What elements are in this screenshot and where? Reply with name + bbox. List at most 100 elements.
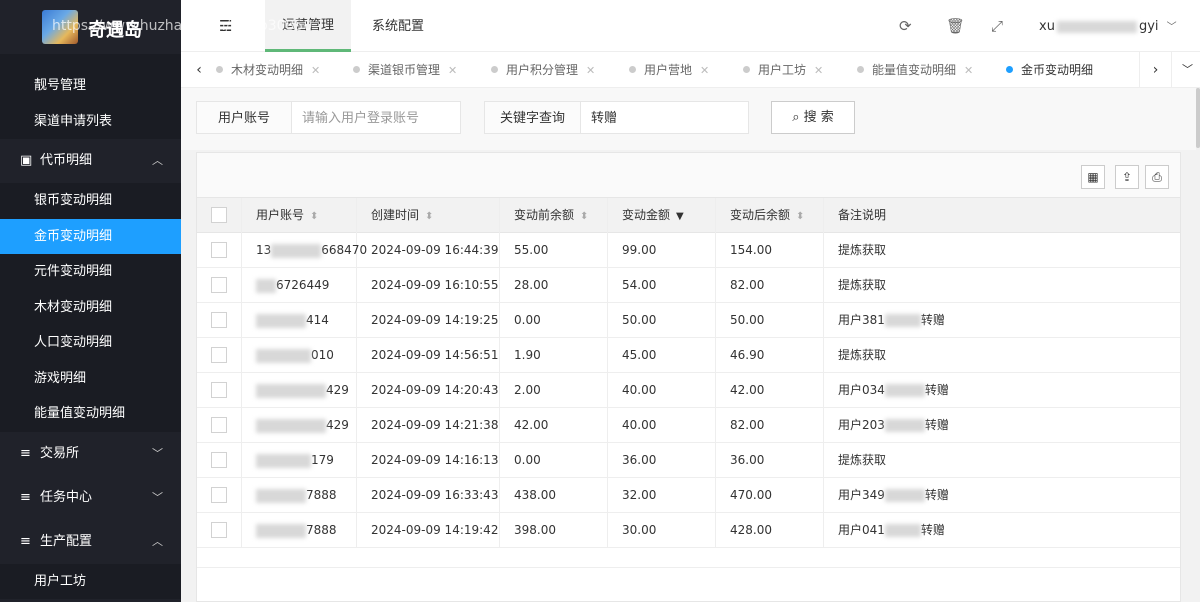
- cell-note: 提炼获取: [838, 278, 887, 292]
- user-menu[interactable]: xu gyi ﹀: [1039, 18, 1177, 34]
- close-icon[interactable]: ✕: [814, 64, 823, 77]
- cell-before: 438.00: [500, 478, 608, 513]
- close-icon[interactable]: ✕: [586, 64, 595, 77]
- cell-after: 46.90: [716, 338, 824, 373]
- row-checkbox[interactable]: [211, 521, 227, 538]
- row-checkbox[interactable]: [211, 311, 227, 328]
- blurred-account: [256, 383, 326, 398]
- sidebar-item-game[interactable]: 游戏明细: [0, 360, 181, 396]
- refresh-icon[interactable]: ⟳: [899, 17, 912, 35]
- row-checkbox[interactable]: [211, 486, 227, 503]
- cell-before: 398.00: [500, 513, 608, 548]
- keyword-input[interactable]: 转赠: [580, 101, 749, 134]
- col-change[interactable]: 变动金额 ▼: [608, 198, 716, 233]
- sidebar-item-pretty-number[interactable]: 靓号管理: [0, 68, 181, 104]
- blurred-note: [884, 419, 925, 432]
- sidebar-item-workshop[interactable]: 用户工坊: [0, 563, 181, 599]
- table-row[interactable]: 414 2024-09-09 14:19:25 0.00 50.00 50.00 用户38…: [197, 303, 1180, 338]
- close-icon[interactable]: ✕: [311, 64, 320, 77]
- cell-account: 7888: [242, 513, 357, 548]
- sidebar-group-task[interactable]: ≡ 任务中心 ﹀: [0, 475, 181, 520]
- cell-account: 7888: [242, 478, 357, 513]
- cell-change: 40.00: [608, 373, 716, 408]
- page-scrollbar[interactable]: [1196, 88, 1200, 148]
- col-after[interactable]: 变动后余额 ⬍: [716, 198, 824, 233]
- row-checkbox[interactable]: [211, 276, 227, 293]
- sidebar-group-production[interactable]: ≡ 生产配置 ︿: [0, 519, 181, 564]
- search-icon: ⌕: [792, 110, 800, 125]
- tab-channel-silver[interactable]: 渠道银币管理 ✕: [341, 52, 457, 88]
- tab-energy[interactable]: 能量值变动明细 ✕: [845, 52, 973, 88]
- search-panel: 用户账号 请输入用户登录账号 关键字查询 转赠 ⌕ 搜 索: [181, 88, 1196, 150]
- table-row[interactable]: 179 2024-09-09 14:16:13 0.00 36.00 36.00 提炼获取: [197, 443, 1180, 478]
- sort-icon: ⬍: [580, 211, 589, 222]
- sidebar-group-coin[interactable]: ▣ 代币明细 ︿: [0, 139, 181, 183]
- fullscreen-icon[interactable]: ⤢: [991, 17, 1003, 35]
- cell-account: 179: [242, 443, 357, 478]
- list-icon: ≡: [20, 445, 31, 461]
- cell-note: 用户034 转赠: [838, 383, 949, 397]
- cell-change: 32.00: [608, 478, 716, 513]
- row-checkbox[interactable]: [211, 416, 227, 433]
- cell-time: 2024-09-09 14:16:13: [357, 443, 500, 478]
- columns-filter-icon[interactable]: ▦: [1081, 165, 1105, 189]
- select-all-checkbox[interactable]: [211, 206, 227, 223]
- sort-icon: ⬍: [310, 211, 319, 222]
- table-row[interactable]: 010 2024-09-09 14:56:51 1.90 45.00 46.90 提炼获取: [197, 338, 1180, 373]
- col-account[interactable]: 用户账号 ⬍: [242, 198, 357, 233]
- sort-desc-icon: ▼: [676, 211, 684, 222]
- table-row[interactable]: 429 2024-09-09 14:20:43 2.00 40.00 42.00 用户03…: [197, 373, 1180, 408]
- row-checkbox[interactable]: [211, 241, 227, 258]
- blurred-username: [1056, 20, 1137, 33]
- blurred-account: [271, 243, 322, 258]
- tab-gold[interactable]: 金币变动明细: [994, 52, 1093, 88]
- row-checkbox[interactable]: [211, 346, 227, 363]
- tab-user-workshop[interactable]: 用户工坊 ✕: [731, 52, 823, 88]
- page-tabs-bar: ‹ 木材变动明细 ✕ 渠道银币管理 ✕ 用户积分管理 ✕ 用户营地 ✕ 用户工坊 ✕ 能量…: [181, 52, 1200, 88]
- account-input[interactable]: 请输入用户登录账号: [291, 101, 461, 134]
- table-row[interactable]: 429 2024-09-09 14:21:38 42.00 40.00 82.00 用户2…: [197, 408, 1180, 443]
- table-row[interactable]: 6726449 2024-09-09 16:10:55 28.00 54.00 82.0…: [197, 268, 1180, 303]
- blurred-account: [256, 418, 326, 433]
- table-row[interactable]: 7888 2024-09-09 14:19:42 398.00 30.00 428.00…: [197, 513, 1180, 548]
- tabs-menu-icon[interactable]: ﹀: [1171, 52, 1200, 88]
- tab-wood[interactable]: 木材变动明细 ✕: [204, 52, 320, 88]
- table-row[interactable]: 7888 2024-09-09 16:33:43 438.00 32.00 470.00…: [197, 478, 1180, 513]
- sidebar-item-population[interactable]: 人口变动明细: [0, 325, 181, 361]
- close-icon[interactable]: ✕: [700, 64, 709, 77]
- tabs-next-icon[interactable]: ›: [1139, 52, 1171, 88]
- table-row[interactable]: 13 668470 2024-09-09 16:44:39 55.00 99.00 154…: [197, 233, 1180, 268]
- cell-note: 用户041 转赠: [838, 523, 945, 537]
- trash-icon[interactable]: 🗑: [946, 17, 965, 35]
- tab-user-points[interactable]: 用户积分管理 ✕: [479, 52, 595, 88]
- sidebar-item-component[interactable]: 元件变动明细: [0, 254, 181, 290]
- table-header: 用户账号 ⬍ 创建时间 ⬍ 变动前余额 ⬍ 变动金额 ▼ 变动后余额 ⬍ 备注说明: [197, 198, 1180, 233]
- search-button[interactable]: ⌕ 搜 索: [771, 101, 855, 134]
- col-time[interactable]: 创建时间 ⬍: [357, 198, 500, 233]
- cell-change: 50.00: [608, 303, 716, 338]
- close-icon[interactable]: ✕: [448, 64, 457, 77]
- cell-note: 用户381 转赠: [838, 313, 945, 327]
- sidebar-item-energy[interactable]: 能量值变动明细: [0, 396, 181, 432]
- chevron-up-icon: ︿: [152, 154, 163, 167]
- sidebar: 奇遇岛 靓号管理 渠道申请列表 ▣ 代币明细 ︿ 银币变动明细 金币变动明细 元件…: [0, 0, 181, 602]
- tab-user-camp[interactable]: 用户营地 ✕: [617, 52, 709, 88]
- nav-system-config[interactable]: 系统配置: [355, 0, 441, 52]
- cell-after: 42.00: [716, 373, 824, 408]
- row-checkbox[interactable]: [211, 451, 227, 468]
- chevron-down-icon: ﹀: [1166, 22, 1177, 33]
- print-icon[interactable]: ⎙: [1145, 165, 1169, 189]
- sidebar-item-gold[interactable]: 金币变动明细: [0, 218, 181, 254]
- close-icon[interactable]: ✕: [964, 64, 973, 77]
- export-icon[interactable]: ⇪: [1115, 165, 1139, 189]
- col-before[interactable]: 变动前余额 ⬍: [500, 198, 608, 233]
- sidebar-item-silver[interactable]: 银币变动明细: [0, 183, 181, 219]
- cell-change: 40.00: [608, 408, 716, 443]
- sidebar-item-wood[interactable]: 木材变动明细: [0, 289, 181, 325]
- row-checkbox[interactable]: [211, 381, 227, 398]
- cell-time: 2024-09-09 16:33:43: [357, 478, 500, 513]
- sidebar-group-exchange[interactable]: ≡ 交易所 ﹀: [0, 431, 181, 476]
- top-header: ☰ 运营管理 系统配置 ⟳ 🗑 ⤢ xu gyi ﹀: [181, 0, 1200, 52]
- sidebar-item-channel-apply[interactable]: 渠道申请列表: [0, 103, 181, 139]
- cell-change: 54.00: [608, 268, 716, 303]
